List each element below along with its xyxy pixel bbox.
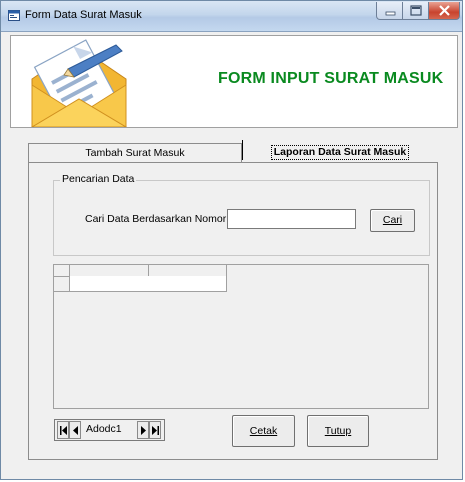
data-grid[interactable] [53,264,429,409]
adodc-caption: Adodc1 [86,423,122,435]
form-icon [8,10,20,21]
main-window: Form Data Surat Masuk FORM INPUT SURAT M… [0,0,463,480]
mail-envelope-icon [31,39,127,127]
grid-cell[interactable] [70,276,149,292]
next-record-icon [141,426,146,435]
previous-record-icon [73,426,78,435]
last-record-icon [152,426,159,435]
window-title: Form Data Surat Masuk [25,9,142,21]
adodc-navigator: Adodc1 [54,419,165,441]
search-button[interactable]: Cari [370,209,415,232]
form-heading: FORM INPUT SURAT MASUK [218,70,444,87]
search-group-label: Pencarian Data [60,173,137,185]
search-button-label: Cari [382,214,403,226]
move-next-button[interactable] [137,421,149,439]
tab-laporan-data-surat-masuk[interactable]: Laporan Data Surat Masuk [242,143,438,163]
print-button[interactable]: Cetak [232,415,295,447]
tab-strip: Tambah Surat Masuk Laporan Data Surat Ma… [28,140,438,163]
header-banner: FORM INPUT SURAT MASUK [10,35,458,128]
move-first-button[interactable] [57,421,69,439]
tab-divider [242,140,243,160]
tab-label: Laporan Data Surat Masuk [270,145,410,160]
print-button-label: Cetak [249,425,278,437]
maximize-icon [410,5,422,16]
first-record-icon [60,426,67,435]
tab-label: Tambah Surat Masuk [85,147,185,159]
close-icon [439,5,450,16]
search-input[interactable] [227,209,356,229]
minimize-icon [385,11,396,16]
row-header[interactable] [54,276,70,292]
minimize-button[interactable] [376,2,403,20]
close-form-button-label: Tutup [324,425,352,437]
tab-tambah-surat-masuk[interactable]: Tambah Surat Masuk [28,143,242,163]
title-bar[interactable]: Form Data Surat Masuk [1,1,462,32]
maximize-button[interactable] [403,2,429,20]
close-form-button[interactable]: Tutup [307,415,369,447]
grid-cell[interactable] [148,276,227,292]
close-button[interactable] [429,2,460,20]
move-previous-button[interactable] [69,421,81,439]
move-last-button[interactable] [149,421,161,439]
